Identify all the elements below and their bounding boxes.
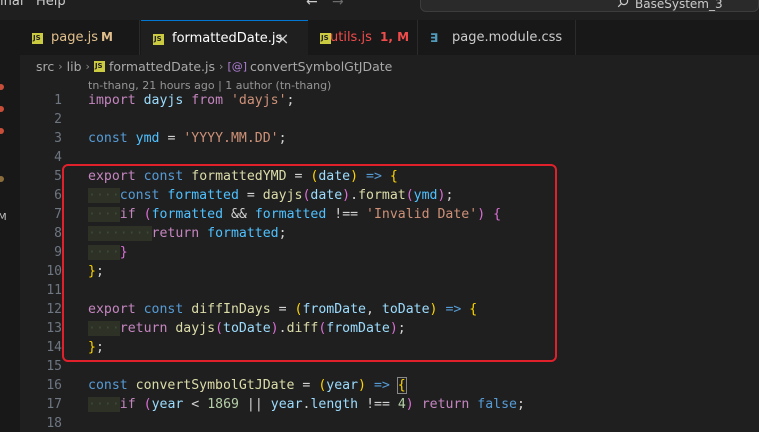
line-number: 9 [54, 245, 62, 260]
breadcrumb-file[interactable]: formattedDate.js [109, 59, 215, 74]
js-file-icon: JS [93, 61, 105, 72]
tab-label: utils.js [330, 30, 372, 45]
tab-page-js[interactable]: JS page.js M [20, 20, 140, 55]
code-line: 18 [20, 414, 759, 432]
tab-label: page.module.css [452, 30, 563, 45]
status-dot [0, 84, 4, 90]
line-number: 11 [46, 283, 62, 298]
code-text: import dayjs from 'dayjs'; [88, 93, 295, 108]
command-center-search[interactable]: BaseSystem_3 [420, 0, 759, 12]
line-number: 12 [46, 302, 62, 317]
tab-utils-js[interactable]: JS utils.js 1, M [308, 20, 418, 55]
modified-badge: M [0, 212, 7, 223]
js-file-icon: JS [32, 33, 43, 44]
tab-label: page.js [51, 30, 98, 45]
code-text: const ymd = 'YYYY.MM.DD'; [88, 131, 287, 146]
breadcrumb: src › lib › JS formattedDate.js › [@] convertSym… [36, 58, 392, 76]
tab-status: M [101, 30, 113, 44]
back-arrow-icon[interactable]: ← [306, 0, 318, 10]
line-number: 3 [54, 131, 62, 146]
code-line: 3 const ymd = 'YYYY.MM.DD'; [20, 129, 759, 148]
tab-label: formattedDate.js [172, 31, 283, 46]
line-number: 4 [54, 150, 62, 165]
symbol-variable-icon: [@] [227, 60, 248, 73]
line-number: 15 [46, 359, 62, 374]
code-text: ····if (year < 1869 || year.length !== 4… [88, 397, 525, 412]
status-dot [0, 176, 4, 182]
tab-status: 1, M [380, 30, 410, 44]
tab-formatteddate-js[interactable]: JS formattedDate.js × [141, 20, 319, 55]
close-icon[interactable]: × [276, 29, 289, 48]
code-text: const convertSymbolGtJDate = (year) => { [88, 377, 407, 394]
code-line: 2 [20, 110, 759, 129]
menu-help[interactable]: Help [36, 0, 66, 9]
chevron-right-icon: › [219, 60, 224, 73]
line-number: 7 [54, 207, 62, 222]
line-number: 14 [46, 340, 62, 355]
forward-arrow-icon[interactable]: → [332, 0, 344, 10]
line-number: 2 [54, 112, 62, 127]
tab-page-module-css[interactable]: ∃ page.module.css [418, 20, 576, 55]
annotation-highlight-box [62, 164, 557, 362]
line-number: 10 [46, 264, 62, 279]
line-number: 18 [46, 416, 62, 431]
line-number: 17 [46, 397, 62, 412]
chevron-right-icon: › [85, 60, 90, 73]
js-file-icon: JS [153, 34, 164, 45]
line-number: 5 [54, 169, 62, 184]
line-number: 16 [46, 378, 62, 393]
chevron-right-icon: › [58, 60, 63, 73]
code-line: 17 ····if (year < 1869 || year.length !=… [20, 395, 759, 414]
menu-terminal[interactable]: inal [0, 0, 23, 9]
search-text: BaseSystem_3 [635, 0, 723, 11]
title-bar: inal Help ← → BaseSystem_3 [0, 0, 759, 20]
breadcrumb-lib[interactable]: lib [67, 59, 82, 74]
search-icon [617, 0, 629, 8]
line-number: 8 [54, 226, 62, 241]
editor-tabs: JS page.js M JS formattedDate.js × JS ut… [20, 20, 759, 55]
status-dot [0, 106, 4, 112]
activity-bar: M [0, 20, 20, 432]
breadcrumb-src[interactable]: src [36, 59, 54, 74]
css-file-icon: ∃ [430, 31, 439, 45]
status-dot [0, 128, 4, 134]
code-line: 16 const convertSymbolGtJDate = (year) =… [20, 376, 759, 395]
code-line: 1 import dayjs from 'dayjs'; [20, 91, 759, 110]
line-number: 13 [46, 321, 62, 336]
line-number: 6 [54, 188, 62, 203]
line-number: 1 [54, 93, 62, 108]
breadcrumb-symbol[interactable]: convertSymbolGtJDate [250, 59, 392, 74]
